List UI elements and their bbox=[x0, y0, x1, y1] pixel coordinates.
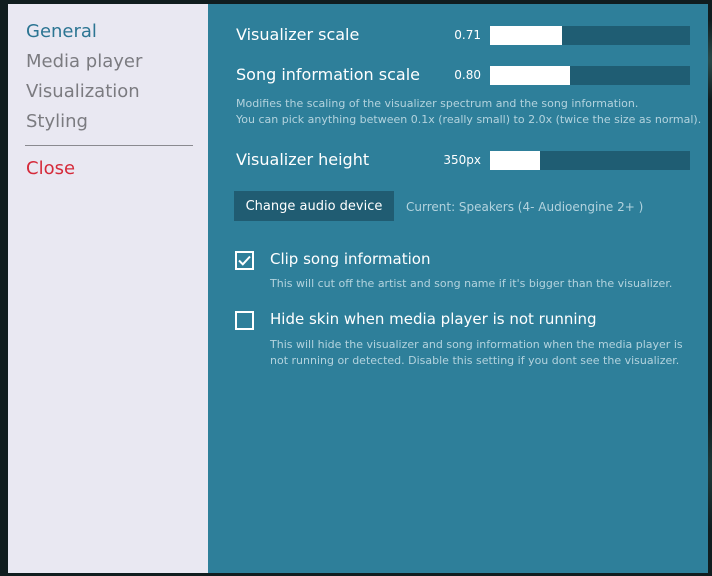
sidebar-item-media-player[interactable]: Media player bbox=[26, 51, 142, 72]
visualizer-height-label: Visualizer height bbox=[236, 150, 370, 169]
song-info-scale-value: 0.80 bbox=[454, 68, 481, 82]
song-info-scale-label: Song information scale bbox=[236, 65, 420, 84]
visualizer-scale-value: 0.71 bbox=[454, 28, 481, 42]
checkmark-icon bbox=[238, 255, 251, 266]
sidebar-item-styling[interactable]: Styling bbox=[26, 111, 88, 132]
clip-song-info-checkbox[interactable] bbox=[235, 251, 254, 270]
settings-window: General Media player Visualization Styli… bbox=[8, 4, 708, 573]
scale-description-line2: You can pick anything between 0.1x (real… bbox=[236, 113, 702, 126]
clip-song-info-label[interactable]: Clip song information bbox=[270, 250, 430, 268]
change-audio-device-button[interactable]: Change audio device bbox=[234, 191, 394, 221]
general-settings-panel: Visualizer scale 0.71 Song information s… bbox=[208, 4, 708, 573]
song-info-scale-slider[interactable] bbox=[490, 66, 690, 85]
visualizer-height-value: 350px bbox=[443, 153, 481, 167]
sidebar-divider bbox=[25, 145, 193, 146]
clip-song-info-description: This will cut off the artist and song na… bbox=[270, 277, 673, 290]
visualizer-scale-label: Visualizer scale bbox=[236, 25, 360, 44]
hide-skin-description-line1: This will hide the visualizer and song i… bbox=[270, 338, 683, 351]
sidebar-item-general[interactable]: General bbox=[26, 21, 97, 42]
scale-description-line1: Modifies the scaling of the visualizer s… bbox=[236, 97, 639, 110]
song-info-scale-slider-fill bbox=[490, 66, 570, 85]
sidebar-item-visualization[interactable]: Visualization bbox=[26, 81, 140, 102]
sidebar: General Media player Visualization Styli… bbox=[8, 4, 208, 573]
visualizer-scale-slider[interactable] bbox=[490, 26, 690, 45]
hide-skin-description-line2: not running or detected. Disable this se… bbox=[270, 354, 680, 367]
visualizer-scale-slider-fill bbox=[490, 26, 562, 45]
visualizer-height-slider-fill bbox=[490, 151, 540, 170]
hide-skin-checkbox[interactable] bbox=[235, 311, 254, 330]
hide-skin-label[interactable]: Hide skin when media player is not runni… bbox=[270, 310, 597, 328]
visualizer-height-slider[interactable] bbox=[490, 151, 690, 170]
close-button[interactable]: Close bbox=[26, 158, 75, 179]
current-audio-device: Current: Speakers (4- Audioengine 2+ ) bbox=[406, 200, 644, 214]
